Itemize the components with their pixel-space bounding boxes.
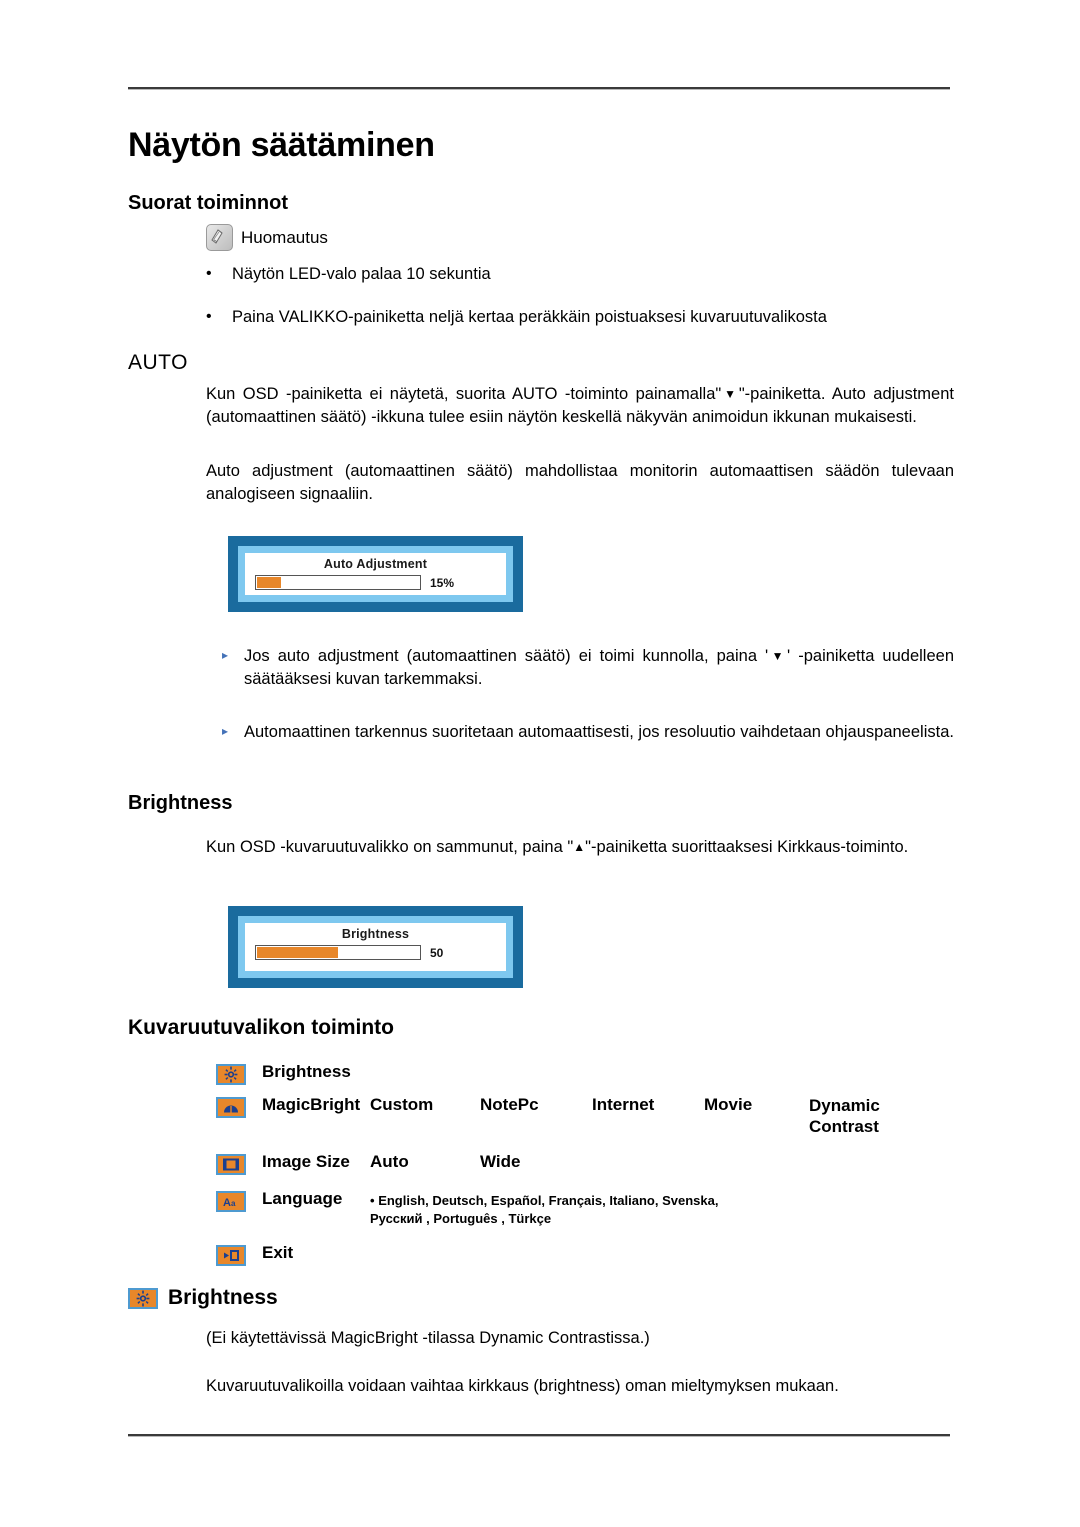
osd-inner-border: Auto Adjustment 15% (238, 546, 513, 602)
auto-arrow-bullet-1: ▸ Jos auto adjustment (automaattinen säät… (222, 645, 954, 692)
arrow-bullet-1-text-a: Jos auto adjustment (automaattinen säätö… (244, 647, 769, 665)
menu-row-exit: Exit (216, 1243, 956, 1267)
osd-bar-line: 15% (245, 575, 506, 590)
brightness-sun-icon (216, 1064, 246, 1085)
down-arrow-glyph: ▼ (768, 649, 788, 663)
menu-option-movie: Movie (704, 1095, 753, 1114)
menu-option-notepc: NotePc (480, 1095, 539, 1114)
section-heading-brightness: Brightness (128, 792, 233, 814)
section-heading-auto: AUTO (128, 351, 188, 374)
language-icon: A a (216, 1190, 246, 1212)
osd-progress-fill (257, 947, 338, 958)
list-item: • Näytön LED-valo palaa 10 sekuntia (206, 264, 966, 285)
menu-row-brightness: Brightness (216, 1062, 956, 1085)
osd-face: Auto Adjustment 15% (245, 553, 506, 595)
menu-option-dynamic-contrast: Dynamic Contrast (809, 1096, 880, 1137)
auto-arrow-bullet-2: ▸ Automaattinen tarkennus suoritetaan aut… (222, 721, 954, 744)
menu-option-custom: Custom (370, 1095, 434, 1114)
menu-label-exit: Exit (262, 1243, 294, 1263)
list-item: • Paina VALIKKO-painiketta neljä kertaa … (206, 307, 966, 328)
brightness-paragraph-part-b: "-painiketta suorittaaksesi Kirkkaus-toi… (585, 838, 909, 856)
exit-icon (216, 1245, 246, 1267)
menu-option-auto: Auto (370, 1151, 409, 1171)
menu-label-brightness: Brightness (262, 1062, 351, 1081)
osd-value-label: 15% (430, 575, 455, 590)
brightness-detail-label: Brightness (168, 1286, 278, 1309)
bullet-text: Paina VALIKKO-painiketta neljä kertaa pe… (232, 308, 827, 327)
osd-brightness-window: Brightness 50 (228, 906, 523, 988)
section-heading-suorat-toiminnot: Suorat toiminnot (128, 192, 288, 214)
brightness-paragraph-part-a: Kun OSD -kuvaruutuvalikko on sammunut, p… (206, 838, 574, 856)
osd-menu-table: Brightness MagicBright Custom NotePc Int… (216, 1062, 956, 1276)
arrow-bullet-2-text: Automaattinen tarkennus suoritetaan auto… (244, 723, 954, 741)
document-page: Näytön säätäminen Suorat toiminnot Huoma… (0, 0, 1080, 1527)
menu-row-magicbright: MagicBright Custom NotePc Internet Movie… (216, 1095, 956, 1138)
page-title: Näytön säätäminen (128, 126, 435, 164)
section-heading-osd-menu: Kuvaruutuvalikon toiminto (128, 1016, 395, 1039)
footer-rule (128, 1434, 950, 1437)
menu-option-internet: Internet (592, 1095, 655, 1114)
note-hand-icon (206, 224, 233, 251)
bullet-marker: • (206, 265, 212, 282)
osd-progress-track (255, 575, 421, 590)
osd-inner-border: Brightness 50 (238, 916, 513, 978)
menu-row-image-size: Image Size Auto Wide (216, 1152, 956, 1175)
language-option-list: • English, Deutsch, Español, Français, I… (370, 1189, 718, 1230)
note-label: Huomautus (241, 227, 328, 247)
down-arrow-glyph: ▼ (721, 387, 739, 401)
header-rule (128, 87, 950, 90)
auto-paragraph-1-part-a: Kun OSD -painiketta ei näytetä, suorita … (206, 385, 722, 403)
auto-paragraph-2: Auto adjustment (automaattinen säätö) ma… (206, 462, 954, 504)
brightness-paragraph: Kun OSD -kuvaruutuvalikko on sammunut, p… (206, 836, 954, 859)
osd-bar-line: 50 (245, 945, 506, 960)
auto-paragraph-1: Kun OSD -painiketta ei näytetä, suorita … (206, 383, 954, 430)
bullet-marker: • (206, 308, 212, 326)
direct-functions-bullet-list: • Näytön LED-valo palaa 10 sekuntia • Pa… (206, 264, 966, 351)
osd-value-label: 50 (430, 945, 444, 960)
magicbright-icon (216, 1097, 246, 1118)
bullet-text: Näytön LED-valo palaa 10 sekuntia (232, 265, 491, 283)
osd-title: Auto Adjustment (323, 557, 428, 571)
osd-title: Brightness (341, 927, 410, 941)
menu-row-language: A a Language • English, Deutsch, Español… (216, 1189, 956, 1230)
language-line-1: English, Deutsch, Español, Français, Ita… (378, 1192, 719, 1208)
up-arrow-glyph: ▲ (573, 840, 586, 854)
svg-text:a: a (231, 1199, 236, 1208)
note-block: Huomautus (206, 224, 328, 251)
brightness-detail-body: Kuvaruutuvalikoilla voidaan vaihtaa kirk… (206, 1377, 839, 1395)
brightness-detail-heading: Brightness (128, 1286, 278, 1310)
menu-label-language: Language (262, 1188, 343, 1208)
osd-progress-fill (257, 577, 282, 588)
arrow-bullet-marker: ▸ (222, 724, 229, 738)
osd-auto-adjustment-window: Auto Adjustment 15% (228, 536, 523, 612)
brightness-detail-note: (Ei käytettävissä MagicBright -tilassa D… (206, 1329, 650, 1347)
osd-face: Brightness 50 (245, 923, 506, 971)
menu-option-wide: Wide (480, 1151, 521, 1171)
language-bullet: • (370, 1192, 375, 1208)
menu-label-image-size: Image Size (262, 1151, 350, 1171)
brightness-sun-icon (128, 1287, 158, 1309)
language-line-2: Русский , Português , Türkçe (370, 1211, 552, 1227)
svg-text:A: A (223, 1197, 231, 1209)
osd-progress-track (255, 945, 421, 960)
image-size-icon (216, 1153, 246, 1175)
menu-label-magicbright: MagicBright (262, 1095, 361, 1114)
arrow-bullet-marker: ▸ (222, 648, 229, 662)
